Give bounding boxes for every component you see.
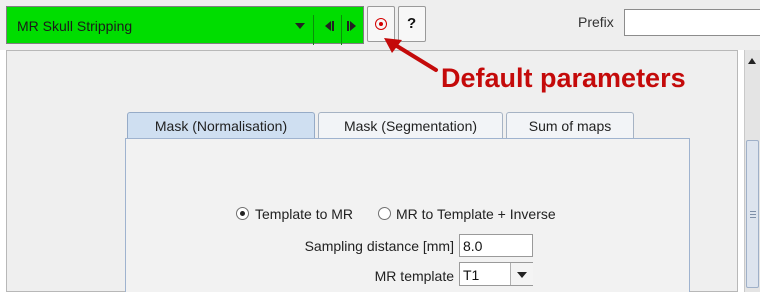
mr-template-select[interactable]: T1 — [459, 262, 533, 286]
radio-template-to-mr[interactable] — [236, 207, 249, 220]
divider — [313, 15, 314, 45]
divider — [341, 15, 342, 45]
prefix-label: Prefix — [578, 14, 614, 30]
target-center — [379, 22, 383, 26]
target-icon — [375, 18, 387, 30]
scroll-up-icon[interactable] — [748, 58, 756, 64]
module-selector-label: MR Skull Stripping — [17, 18, 133, 34]
chevron-down-icon — [517, 272, 527, 278]
grip-line — [750, 214, 756, 215]
mr-template-label: MR template — [374, 268, 454, 284]
radio-mr-to-template[interactable] — [378, 207, 391, 220]
next-bar — [347, 21, 349, 31]
radio-template-to-mr-label: Template to MR — [255, 206, 354, 222]
grip-line — [750, 217, 756, 218]
chevron-down-icon[interactable] — [295, 23, 305, 29]
previous-bar — [332, 21, 334, 31]
grip-line — [750, 211, 756, 212]
sampling-distance-field[interactable]: 8.0 — [459, 234, 533, 257]
next-icon[interactable] — [350, 21, 356, 31]
sampling-distance-label: Sampling distance [mm] — [304, 238, 454, 254]
mr-template-value: T1 — [463, 267, 480, 283]
mr-template-dropdown-button[interactable] — [510, 263, 533, 285]
radio-selected-dot — [240, 211, 245, 216]
annotation-arrow — [384, 38, 438, 72]
radio-mr-to-template-label: MR to Template + Inverse — [396, 206, 556, 222]
annotation-label: Default parameters — [441, 63, 686, 93]
scrollbar-thumb[interactable] — [746, 140, 759, 288]
previous-icon[interactable] — [325, 21, 331, 31]
tab-sum-of-maps[interactable]: Sum of maps — [506, 112, 634, 139]
tab-mask-normalisation[interactable]: Mask (Normalisation) — [127, 112, 315, 140]
tab-mask-segmentation[interactable]: Mask (Segmentation) — [318, 112, 503, 139]
module-selector[interactable]: MR Skull Stripping — [6, 6, 364, 45]
prefix-input[interactable] — [624, 9, 760, 36]
help-button-label: ? — [407, 15, 417, 32]
